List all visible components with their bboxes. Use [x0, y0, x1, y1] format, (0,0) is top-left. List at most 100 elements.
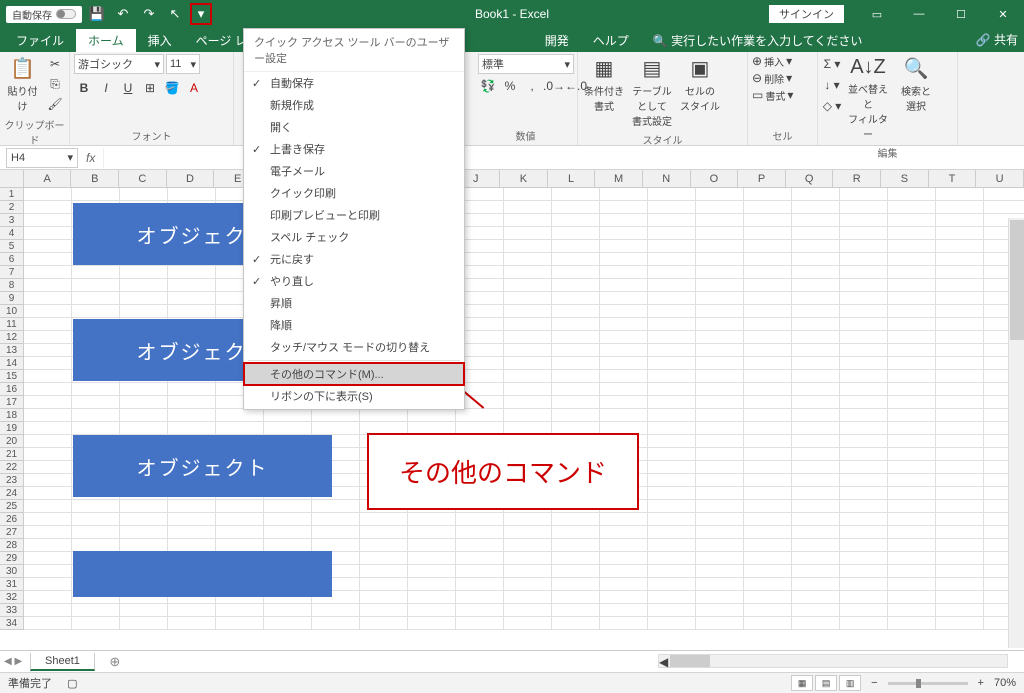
share-button[interactable]: 🔗 共有 [976, 31, 1018, 48]
border-button[interactable]: ⊞ [140, 78, 160, 98]
shape-object-3[interactable]: オブジェクト [73, 435, 332, 497]
column-header[interactable]: S [881, 170, 929, 188]
menu-item[interactable]: 開く [244, 116, 464, 138]
copy-icon[interactable]: ⎘ [45, 74, 65, 94]
page-break-view-button[interactable]: ▥ [839, 675, 861, 691]
row-header[interactable]: 21 [0, 448, 24, 461]
row-header[interactable]: 16 [0, 383, 24, 396]
minimize-button[interactable]: — [898, 0, 940, 28]
row-header[interactable]: 25 [0, 500, 24, 513]
tab-help[interactable]: ヘルプ [581, 29, 641, 52]
column-header[interactable]: N [643, 170, 691, 188]
menu-item[interactable]: 元に戻す [244, 248, 464, 270]
row-header[interactable]: 24 [0, 487, 24, 500]
row-header[interactable]: 5 [0, 240, 24, 253]
sheet-nav-buttons[interactable]: ◀ ▶ [4, 656, 22, 667]
scrollbar-thumb[interactable] [1010, 220, 1024, 340]
menu-item[interactable]: 印刷プレビューと印刷 [244, 204, 464, 226]
column-header[interactable]: K [500, 170, 548, 188]
column-header[interactable]: A [24, 170, 72, 188]
row-header[interactable]: 33 [0, 604, 24, 617]
tellme-search[interactable]: 🔍 実行したい作業を入力してください [641, 29, 875, 52]
signin-button[interactable]: サインイン [769, 5, 844, 23]
row-header[interactable]: 23 [0, 474, 24, 487]
menu-item[interactable]: 新規作成 [244, 94, 464, 116]
tab-developer[interactable]: 開発 [533, 29, 581, 52]
format-as-table-button[interactable]: ▤テーブルとして 書式設定 [630, 54, 674, 130]
normal-view-button[interactable]: ▦ [791, 675, 813, 691]
save-icon[interactable]: 💾 [86, 3, 108, 25]
menu-item[interactable]: 電子メール [244, 160, 464, 182]
row-header[interactable]: 31 [0, 578, 24, 591]
column-header[interactable]: U [976, 170, 1024, 188]
close-button[interactable]: ✕ [982, 0, 1024, 28]
menu-item[interactable]: 自動保存 [244, 72, 464, 94]
column-header[interactable]: B [71, 170, 119, 188]
row-header[interactable]: 9 [0, 292, 24, 305]
percent-icon[interactable]: % [500, 76, 520, 96]
row-header[interactable]: 18 [0, 409, 24, 422]
maximize-button[interactable]: ☐ [940, 0, 982, 28]
menu-item[interactable]: 上書き保存 [244, 138, 464, 160]
row-header[interactable]: 10 [0, 305, 24, 318]
row-header[interactable]: 19 [0, 422, 24, 435]
new-sheet-button[interactable]: ⊕ [105, 654, 125, 670]
column-header[interactable]: M [595, 170, 643, 188]
comma-icon[interactable]: , [522, 76, 542, 96]
formula-input[interactable] [103, 148, 1024, 168]
name-box[interactable]: H4▾ [6, 148, 78, 168]
cut-icon[interactable]: ✂ [45, 54, 65, 74]
number-format-combo[interactable]: 標準▾ [478, 54, 574, 74]
row-header[interactable]: 13 [0, 344, 24, 357]
format-cells-button[interactable]: ▭ 書式 ▾ [752, 88, 793, 103]
row-header[interactable]: 27 [0, 526, 24, 539]
row-header[interactable]: 14 [0, 357, 24, 370]
row-header[interactable]: 34 [0, 617, 24, 630]
clear-icon[interactable]: ◇ ▾ [822, 96, 842, 116]
row-header[interactable]: 22 [0, 461, 24, 474]
cell-styles-button[interactable]: ▣セルの スタイル [678, 54, 722, 115]
find-select-button[interactable]: 🔍検索と 選択 [894, 54, 938, 115]
row-header[interactable]: 1 [0, 188, 24, 201]
menu-item-show-below-ribbon[interactable]: リボンの下に表示(S) [244, 385, 464, 407]
undo-icon[interactable]: ↶ [112, 3, 134, 25]
fill-color-button[interactable]: 🪣 [162, 78, 182, 98]
row-header[interactable]: 8 [0, 279, 24, 292]
customize-qat-button[interactable]: ▾ [190, 3, 212, 25]
column-header[interactable]: L [548, 170, 596, 188]
sheet-tab[interactable]: Sheet1 [30, 653, 95, 671]
sort-filter-button[interactable]: A↓Z並べ替えと フィルター [846, 54, 890, 143]
underline-button[interactable]: U [118, 78, 138, 98]
row-header[interactable]: 4 [0, 227, 24, 240]
menu-item[interactable]: クイック印刷 [244, 182, 464, 204]
bold-button[interactable]: B [74, 78, 94, 98]
menu-item[interactable]: 昇順 [244, 292, 464, 314]
scrollbar-thumb[interactable] [670, 655, 710, 667]
row-header[interactable]: 7 [0, 266, 24, 279]
column-header[interactable]: C [119, 170, 167, 188]
column-header[interactable]: Q [786, 170, 834, 188]
insert-cells-button[interactable]: ⊕ 挿入 ▾ [752, 54, 792, 69]
tab-insert[interactable]: 挿入 [136, 29, 184, 52]
menu-item[interactable]: スペル チェック [244, 226, 464, 248]
select-all-corner[interactable] [0, 170, 24, 188]
tab-file[interactable]: ファイル [4, 29, 76, 52]
row-header[interactable]: 11 [0, 318, 24, 331]
row-header[interactable]: 30 [0, 565, 24, 578]
ribbon-options-icon[interactable]: ▭ [856, 0, 898, 28]
column-header[interactable]: O [691, 170, 739, 188]
menu-item[interactable]: タッチ/マウス モードの切り替え [244, 336, 464, 358]
menu-item-more-commands[interactable]: その他のコマンド(M)... [244, 363, 464, 385]
row-header[interactable]: 3 [0, 214, 24, 227]
row-header[interactable]: 17 [0, 396, 24, 409]
column-header[interactable]: P [738, 170, 786, 188]
font-name-combo[interactable]: 游ゴシック▾ [74, 54, 164, 74]
autosum-icon[interactable]: Σ ▾ [822, 54, 842, 74]
tab-home[interactable]: ホーム [76, 29, 136, 52]
paste-button[interactable]: 📋 貼り付け [4, 54, 41, 115]
font-size-combo[interactable]: 11▾ [166, 54, 200, 74]
column-header[interactable]: D [167, 170, 215, 188]
row-header[interactable]: 15 [0, 370, 24, 383]
worksheet-grid[interactable]: ABCDEFGHIJKLMNOPQRSTU 123456789101112131… [0, 170, 1024, 650]
row-header[interactable]: 12 [0, 331, 24, 344]
